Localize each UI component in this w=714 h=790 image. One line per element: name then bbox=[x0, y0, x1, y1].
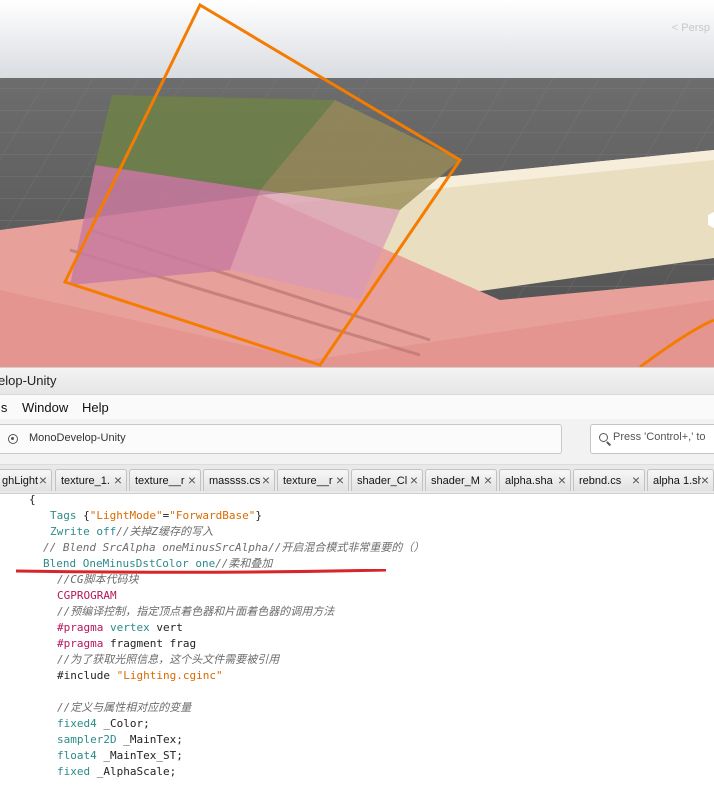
editor-tab-bar: ghLight × texture_1. × texture__r × mass… bbox=[0, 465, 714, 494]
code-line: #pragma vertex vert bbox=[57, 620, 183, 636]
code-token: Zwrite off bbox=[50, 525, 117, 538]
window-title: elop-Unity bbox=[0, 373, 57, 388]
menu-item-help[interactable]: Help bbox=[82, 400, 109, 415]
status-text: MonoDevelop-Unity bbox=[29, 432, 126, 444]
code-line: Tags {"LightMode"="ForwardBase"} bbox=[50, 508, 262, 524]
scene-render bbox=[0, 0, 714, 367]
unity-scene-view[interactable]: < Persp bbox=[0, 0, 714, 367]
code-token: #pragma bbox=[57, 621, 104, 634]
code-comment: //定义与属性相对应的变量 bbox=[57, 701, 192, 714]
menu-item-window[interactable]: Window bbox=[22, 400, 68, 415]
tab-file[interactable]: alpha.sha × bbox=[499, 469, 571, 491]
code-token: "LightMode" bbox=[89, 509, 163, 522]
code-token: fixed4 bbox=[57, 717, 97, 730]
tab-label: massss.cs bbox=[209, 475, 261, 487]
tab-label: texture__r bbox=[283, 475, 333, 487]
tab-file[interactable]: texture__r × bbox=[129, 469, 201, 491]
search-icon bbox=[599, 433, 608, 442]
close-icon[interactable]: × bbox=[113, 472, 122, 488]
code-line: #include "Lighting.cginc" bbox=[57, 668, 223, 684]
status-icon bbox=[8, 434, 18, 444]
code-token: CGPROGRAM bbox=[57, 589, 117, 602]
code-token: vert bbox=[149, 621, 183, 634]
close-icon[interactable]: × bbox=[38, 472, 47, 488]
code-token: } bbox=[255, 509, 262, 522]
tab-file[interactable]: ghLight × bbox=[0, 469, 52, 491]
code-comment: //CG脚本代码块 bbox=[57, 573, 139, 586]
code-line: fixed _AlphaScale; bbox=[57, 764, 176, 780]
close-icon[interactable]: × bbox=[631, 472, 640, 488]
code-line: #pragma fragment frag bbox=[57, 636, 196, 652]
tab-file[interactable]: alpha 1.sh × bbox=[647, 469, 714, 491]
code-line: Zwrite off//关掉Z缓存的写入 bbox=[50, 524, 213, 540]
code-line: float4 _MainTex_ST; bbox=[57, 748, 183, 764]
code-token: "ForwardBase" bbox=[169, 509, 256, 522]
code-token: sampler2D bbox=[57, 733, 117, 746]
tab-file[interactable]: texture_1. × bbox=[55, 469, 127, 491]
code-token: #include bbox=[57, 669, 110, 682]
code-line: //定义与属性相对应的变量 bbox=[57, 700, 191, 716]
code-token: { bbox=[76, 509, 90, 522]
code-comment: //关掉Z缓存的写入 bbox=[116, 525, 214, 538]
tab-label: texture_1. bbox=[61, 475, 110, 487]
code-line: // Blend SrcAlpha oneMinusSrcAlpha//开启混合… bbox=[43, 540, 424, 556]
code-token: float4 bbox=[57, 749, 97, 762]
tab-label: alpha.sha bbox=[505, 475, 553, 487]
menu-item-tools[interactable]: ls bbox=[0, 400, 7, 415]
code-token: { bbox=[29, 493, 36, 506]
tab-label: alpha 1.sh bbox=[653, 475, 704, 487]
code-token: fixed bbox=[57, 765, 91, 778]
tab-label: ghLight bbox=[2, 475, 39, 487]
code-line: CGPROGRAM bbox=[57, 588, 117, 604]
close-icon[interactable]: × bbox=[261, 472, 270, 488]
tab-label: shader_M bbox=[431, 475, 480, 487]
tab-file[interactable]: shader_Cl × bbox=[351, 469, 423, 491]
code-line: //预编译控制，指定顶点着色器和片面着色器的调用方法 bbox=[57, 604, 334, 620]
status-field: MonoDevelop-Unity bbox=[0, 424, 562, 454]
code-comment: //预编译控制，指定顶点着色器和片面着色器的调用方法 bbox=[57, 605, 335, 618]
code-token: _MainTex; bbox=[116, 733, 183, 746]
code-line: { bbox=[29, 492, 36, 508]
code-token: _AlphaScale; bbox=[90, 765, 177, 778]
toolbar: MonoDevelop-Unity bbox=[0, 419, 714, 465]
close-icon[interactable]: × bbox=[700, 472, 709, 488]
search-box[interactable] bbox=[590, 424, 714, 454]
scene-persp-label: < Persp bbox=[671, 22, 710, 34]
tab-label: texture__r bbox=[135, 475, 185, 487]
code-token: Tags bbox=[50, 509, 77, 522]
close-icon[interactable]: × bbox=[483, 472, 492, 488]
code-line: //为了获取光照信息，这个头文件需要被引用 bbox=[57, 652, 279, 668]
code-comment: // Blend SrcAlpha oneMinusSrcAlpha//开启混合… bbox=[43, 541, 425, 554]
code-token: "Lighting.cginc" bbox=[109, 669, 223, 682]
menu-bar: ls Window Help bbox=[0, 395, 714, 419]
close-icon[interactable]: × bbox=[557, 472, 566, 488]
search-input[interactable] bbox=[613, 431, 714, 443]
code-line: sampler2D _MainTex; bbox=[57, 732, 183, 748]
tab-label: rebnd.cs bbox=[579, 475, 622, 487]
code-line: fixed4 _Color; bbox=[57, 716, 150, 732]
close-icon[interactable]: × bbox=[409, 472, 418, 488]
code-token: fragment frag bbox=[103, 637, 197, 650]
tab-file[interactable]: shader_M × bbox=[425, 469, 497, 491]
code-comment: //为了获取光照信息，这个头文件需要被引用 bbox=[57, 653, 280, 666]
code-token: vertex bbox=[103, 621, 150, 634]
code-line: //CG脚本代码块 bbox=[57, 572, 139, 588]
tab-file[interactable]: texture__r × bbox=[277, 469, 349, 491]
tab-file[interactable]: massss.cs × bbox=[203, 469, 275, 491]
code-token: #pragma bbox=[57, 637, 104, 650]
close-icon[interactable]: × bbox=[187, 472, 196, 488]
window-titlebar: elop-Unity bbox=[0, 367, 714, 395]
code-token: _Color; bbox=[96, 717, 150, 730]
tab-file[interactable]: rebnd.cs × bbox=[573, 469, 645, 491]
code-token: _MainTex_ST; bbox=[96, 749, 183, 762]
close-icon[interactable]: × bbox=[335, 472, 344, 488]
tab-label: shader_Cl bbox=[357, 475, 408, 487]
